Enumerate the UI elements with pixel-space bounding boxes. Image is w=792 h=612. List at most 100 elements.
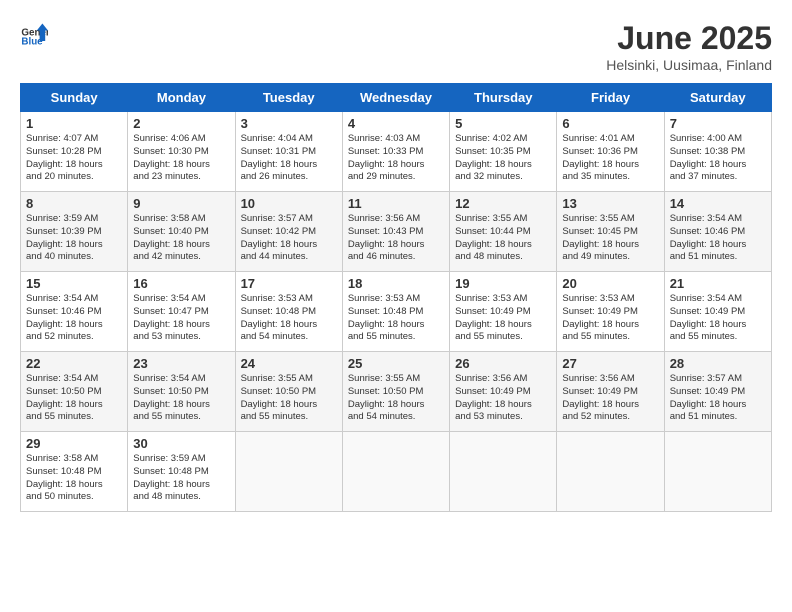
day-cell: 5 Sunrise: 4:02 AM Sunset: 10:35 PM Dayli… bbox=[450, 112, 557, 192]
day-number: 4 bbox=[348, 116, 444, 131]
day-number: 28 bbox=[670, 356, 766, 371]
day-header-thursday: Thursday bbox=[450, 84, 557, 112]
day-cell: 25 Sunrise: 3:55 AM Sunset: 10:50 PM Dayl… bbox=[342, 352, 449, 432]
week-row-1: 1Sunrise: 4:07 AM Sunset: 10:28 PM Dayli… bbox=[21, 112, 772, 192]
day-number: 25 bbox=[348, 356, 444, 371]
day-header-sunday: Sunday bbox=[21, 84, 128, 112]
calendar-subtitle: Helsinki, Uusimaa, Finland bbox=[606, 57, 772, 73]
day-info: Sunrise: 4:00 AM Sunset: 10:38 PM Daylig… bbox=[670, 133, 766, 184]
title-area: June 2025 Helsinki, Uusimaa, Finland bbox=[606, 20, 772, 73]
day-info: Sunrise: 4:02 AM Sunset: 10:35 PM Daylig… bbox=[455, 133, 551, 184]
day-cell: 3 Sunrise: 4:04 AM Sunset: 10:31 PM Dayli… bbox=[235, 112, 342, 192]
day-number: 20 bbox=[562, 276, 658, 291]
day-header-wednesday: Wednesday bbox=[342, 84, 449, 112]
day-number: 12 bbox=[455, 196, 551, 211]
day-header-row: SundayMondayTuesdayWednesdayThursdayFrid… bbox=[21, 84, 772, 112]
day-info: Sunrise: 3:55 AM Sunset: 10:50 PM Daylig… bbox=[348, 373, 444, 424]
day-cell: 30Sunrise: 3:59 AM Sunset: 10:48 PM Dayl… bbox=[128, 432, 235, 512]
day-number: 17 bbox=[241, 276, 337, 291]
day-cell: 24 Sunrise: 3:55 AM Sunset: 10:50 PM Dayl… bbox=[235, 352, 342, 432]
day-info: Sunrise: 4:04 AM Sunset: 10:31 PM Daylig… bbox=[241, 133, 337, 184]
day-number: 19 bbox=[455, 276, 551, 291]
day-info: Sunrise: 3:57 AM Sunset: 10:49 PM Daylig… bbox=[670, 373, 766, 424]
day-cell bbox=[450, 432, 557, 512]
day-info: Sunrise: 3:54 AM Sunset: 10:47 PM Daylig… bbox=[133, 293, 229, 344]
day-number: 24 bbox=[241, 356, 337, 371]
calendar-title: June 2025 bbox=[606, 20, 772, 57]
day-info: Sunrise: 3:53 AM Sunset: 10:49 PM Daylig… bbox=[562, 293, 658, 344]
day-number: 13 bbox=[562, 196, 658, 211]
day-number: 18 bbox=[348, 276, 444, 291]
day-info: Sunrise: 3:56 AM Sunset: 10:49 PM Daylig… bbox=[562, 373, 658, 424]
day-info: Sunrise: 3:57 AM Sunset: 10:42 PM Daylig… bbox=[241, 213, 337, 264]
week-row-5: 29 Sunrise: 3:58 AM Sunset: 10:48 PM Dayl… bbox=[21, 432, 772, 512]
day-number: 3 bbox=[241, 116, 337, 131]
day-cell: 8Sunrise: 3:59 AM Sunset: 10:39 PM Dayli… bbox=[21, 192, 128, 272]
day-number: 11 bbox=[348, 196, 444, 211]
day-info: Sunrise: 3:59 AM Sunset: 10:39 PM Daylig… bbox=[26, 213, 122, 264]
logo-icon: General Blue bbox=[20, 20, 48, 48]
day-cell: 28 Sunrise: 3:57 AM Sunset: 10:49 PM Dayl… bbox=[664, 352, 771, 432]
day-cell bbox=[342, 432, 449, 512]
day-info: Sunrise: 3:55 AM Sunset: 10:45 PM Daylig… bbox=[562, 213, 658, 264]
day-number: 26 bbox=[455, 356, 551, 371]
day-info: Sunrise: 4:06 AM Sunset: 10:30 PM Daylig… bbox=[133, 133, 229, 184]
day-number: 29 bbox=[26, 436, 122, 451]
day-cell: 29 Sunrise: 3:58 AM Sunset: 10:48 PM Dayl… bbox=[21, 432, 128, 512]
day-cell: 19 Sunrise: 3:53 AM Sunset: 10:49 PM Dayl… bbox=[450, 272, 557, 352]
day-cell: 14 Sunrise: 3:54 AM Sunset: 10:46 PM Dayl… bbox=[664, 192, 771, 272]
day-info: Sunrise: 3:53 AM Sunset: 10:48 PM Daylig… bbox=[241, 293, 337, 344]
day-info: Sunrise: 3:56 AM Sunset: 10:49 PM Daylig… bbox=[455, 373, 551, 424]
day-cell: 12 Sunrise: 3:55 AM Sunset: 10:44 PM Dayl… bbox=[450, 192, 557, 272]
day-cell: 16 Sunrise: 3:54 AM Sunset: 10:47 PM Dayl… bbox=[128, 272, 235, 352]
day-info: Sunrise: 4:03 AM Sunset: 10:33 PM Daylig… bbox=[348, 133, 444, 184]
day-cell: 13 Sunrise: 3:55 AM Sunset: 10:45 PM Dayl… bbox=[557, 192, 664, 272]
day-cell: 9 Sunrise: 3:58 AM Sunset: 10:40 PM Dayli… bbox=[128, 192, 235, 272]
week-row-2: 8Sunrise: 3:59 AM Sunset: 10:39 PM Dayli… bbox=[21, 192, 772, 272]
day-cell: 23Sunrise: 3:54 AM Sunset: 10:50 PM Dayl… bbox=[128, 352, 235, 432]
day-cell: 1Sunrise: 4:07 AM Sunset: 10:28 PM Dayli… bbox=[21, 112, 128, 192]
day-info: Sunrise: 3:58 AM Sunset: 10:48 PM Daylig… bbox=[26, 453, 122, 504]
day-cell: 20 Sunrise: 3:53 AM Sunset: 10:49 PM Dayl… bbox=[557, 272, 664, 352]
day-number: 5 bbox=[455, 116, 551, 131]
header: General Blue June 2025 Helsinki, Uusimaa… bbox=[20, 20, 772, 73]
week-row-4: 22 Sunrise: 3:54 AM Sunset: 10:50 PM Dayl… bbox=[21, 352, 772, 432]
day-number: 16 bbox=[133, 276, 229, 291]
day-info: Sunrise: 3:58 AM Sunset: 10:40 PM Daylig… bbox=[133, 213, 229, 264]
day-cell: 22 Sunrise: 3:54 AM Sunset: 10:50 PM Dayl… bbox=[21, 352, 128, 432]
day-info: Sunrise: 3:54 AM Sunset: 10:46 PM Daylig… bbox=[26, 293, 122, 344]
day-header-tuesday: Tuesday bbox=[235, 84, 342, 112]
day-cell: 15 Sunrise: 3:54 AM Sunset: 10:46 PM Dayl… bbox=[21, 272, 128, 352]
day-number: 22 bbox=[26, 356, 122, 371]
day-info: Sunrise: 3:53 AM Sunset: 10:49 PM Daylig… bbox=[455, 293, 551, 344]
day-header-friday: Friday bbox=[557, 84, 664, 112]
day-number: 27 bbox=[562, 356, 658, 371]
day-number: 21 bbox=[670, 276, 766, 291]
day-cell: 27 Sunrise: 3:56 AM Sunset: 10:49 PM Dayl… bbox=[557, 352, 664, 432]
day-info: Sunrise: 3:55 AM Sunset: 10:50 PM Daylig… bbox=[241, 373, 337, 424]
day-number: 6 bbox=[562, 116, 658, 131]
day-info: Sunrise: 3:54 AM Sunset: 10:49 PM Daylig… bbox=[670, 293, 766, 344]
day-number: 2 bbox=[133, 116, 229, 131]
day-info: Sunrise: 3:54 AM Sunset: 10:50 PM Daylig… bbox=[26, 373, 122, 424]
day-info: Sunrise: 3:53 AM Sunset: 10:48 PM Daylig… bbox=[348, 293, 444, 344]
day-cell: 18 Sunrise: 3:53 AM Sunset: 10:48 PM Dayl… bbox=[342, 272, 449, 352]
day-info: Sunrise: 4:07 AM Sunset: 10:28 PM Daylig… bbox=[26, 133, 122, 184]
day-header-saturday: Saturday bbox=[664, 84, 771, 112]
day-cell: 6Sunrise: 4:01 AM Sunset: 10:36 PM Dayli… bbox=[557, 112, 664, 192]
day-info: Sunrise: 3:56 AM Sunset: 10:43 PM Daylig… bbox=[348, 213, 444, 264]
day-cell: 2 Sunrise: 4:06 AM Sunset: 10:30 PM Dayli… bbox=[128, 112, 235, 192]
day-info: Sunrise: 3:54 AM Sunset: 10:46 PM Daylig… bbox=[670, 213, 766, 264]
day-number: 23 bbox=[133, 356, 229, 371]
day-cell: 17 Sunrise: 3:53 AM Sunset: 10:48 PM Dayl… bbox=[235, 272, 342, 352]
day-number: 9 bbox=[133, 196, 229, 211]
day-cell: 10 Sunrise: 3:57 AM Sunset: 10:42 PM Dayl… bbox=[235, 192, 342, 272]
day-info: Sunrise: 3:55 AM Sunset: 10:44 PM Daylig… bbox=[455, 213, 551, 264]
day-cell: 26 Sunrise: 3:56 AM Sunset: 10:49 PM Dayl… bbox=[450, 352, 557, 432]
day-cell: 7Sunrise: 4:00 AM Sunset: 10:38 PM Dayli… bbox=[664, 112, 771, 192]
day-cell: 21 Sunrise: 3:54 AM Sunset: 10:49 PM Dayl… bbox=[664, 272, 771, 352]
day-number: 14 bbox=[670, 196, 766, 211]
calendar-table: SundayMondayTuesdayWednesdayThursdayFrid… bbox=[20, 83, 772, 512]
day-number: 15 bbox=[26, 276, 122, 291]
day-number: 10 bbox=[241, 196, 337, 211]
